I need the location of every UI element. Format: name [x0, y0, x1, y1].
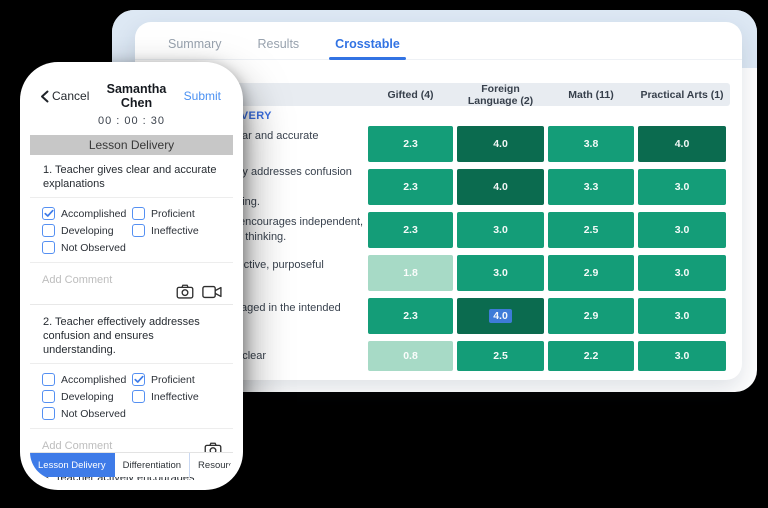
- option-label: Not Observed: [61, 242, 126, 254]
- phone-screen: Cancel Samantha Chen Submit 00 : 00 : 30…: [30, 72, 233, 480]
- cancel-button[interactable]: Cancel: [40, 89, 89, 103]
- observation-timer: 00 : 00 : 30: [30, 115, 233, 127]
- question-1-text: 1. Teacher gives clear and accurate expl…: [30, 155, 233, 197]
- checkbox-icon[interactable]: [132, 224, 145, 237]
- option-developing[interactable]: Developing: [42, 390, 132, 403]
- score-cell[interactable]: 4.0: [457, 169, 544, 205]
- column-header-foreign-language-2: Foreign Language (2): [457, 83, 544, 107]
- score-cell[interactable]: 2.9: [548, 255, 634, 291]
- option-label: Developing: [61, 225, 114, 237]
- score-cell[interactable]: 3.0: [638, 169, 726, 205]
- checkbox-checked-icon[interactable]: [132, 373, 145, 386]
- option-label: Proficient: [151, 374, 195, 386]
- score-cell[interactable]: 4.0: [457, 298, 544, 334]
- camera-icon[interactable]: [176, 284, 194, 299]
- tab-results[interactable]: Results: [257, 37, 299, 53]
- comment-placeholder: Add Comment: [42, 440, 112, 452]
- chevron-left-icon: [40, 90, 49, 103]
- cancel-label: Cancel: [52, 89, 89, 103]
- question-2-options: Accomplished Proficient Developing Ineffect…: [30, 363, 233, 429]
- option-proficient[interactable]: Proficient: [132, 207, 195, 220]
- checkbox-icon[interactable]: [132, 207, 145, 220]
- option-label: Accomplished: [61, 208, 126, 220]
- score-cell[interactable]: 2.9: [548, 298, 634, 334]
- checkbox-icon[interactable]: [42, 390, 55, 403]
- selected-score-value: 4.0: [489, 309, 512, 323]
- checkbox-icon[interactable]: [42, 241, 55, 254]
- comment-placeholder: Add Comment: [42, 274, 112, 286]
- option-ineffective[interactable]: Ineffective: [132, 224, 199, 237]
- checkbox-icon[interactable]: [132, 390, 145, 403]
- score-cell[interactable]: 2.5: [548, 212, 634, 248]
- option-label: Accomplished: [61, 374, 126, 386]
- section-tab-lesson-delivery[interactable]: Lesson Delivery: [30, 453, 115, 477]
- score-cell[interactable]: 2.3: [368, 126, 453, 162]
- checkbox-icon[interactable]: [42, 407, 55, 420]
- score-cell[interactable]: 1.8: [368, 255, 453, 291]
- tab-crosstable[interactable]: Crosstable: [335, 37, 400, 53]
- option-label: Not Observed: [61, 408, 126, 420]
- score-cell[interactable]: 3.8: [548, 126, 634, 162]
- score-cell[interactable]: 3.0: [457, 212, 544, 248]
- observee-name: Samantha Chen: [89, 82, 183, 110]
- question-1-comment-field[interactable]: Add Comment: [30, 263, 233, 305]
- column-header-math-11: Math (11): [548, 89, 634, 101]
- score-cell[interactable]: 4.0: [638, 126, 726, 162]
- phone-header: Cancel Samantha Chen Submit: [30, 72, 233, 110]
- option-label: Ineffective: [151, 391, 199, 403]
- submit-button[interactable]: Submit: [184, 89, 221, 103]
- score-cell[interactable]: 3.3: [548, 169, 634, 205]
- score-cell[interactable]: 2.5: [457, 341, 544, 371]
- score-cell[interactable]: 3.0: [457, 255, 544, 291]
- score-cell[interactable]: 4.0: [457, 126, 544, 162]
- score-cell[interactable]: 3.0: [638, 341, 726, 371]
- question-1-attachment-icons: [176, 284, 222, 299]
- section-tab-differentiation[interactable]: Differentiation: [115, 453, 190, 477]
- option-not-observed[interactable]: Not Observed: [42, 241, 132, 254]
- option-label: Developing: [61, 391, 114, 403]
- option-developing[interactable]: Developing: [42, 224, 132, 237]
- option-label: Proficient: [151, 208, 195, 220]
- option-accomplished[interactable]: Accomplished: [42, 373, 132, 386]
- score-cell[interactable]: 0.8: [368, 341, 453, 371]
- score-cell[interactable]: 3.0: [638, 255, 726, 291]
- stage: Summary Results Crosstable Gifted (4) Forei…: [0, 0, 768, 508]
- column-header-gifted-4: Gifted (4): [368, 89, 453, 101]
- score-cell[interactable]: 2.3: [368, 212, 453, 248]
- score-cell[interactable]: 3.0: [638, 212, 726, 248]
- phone-section-tab-bar: Lesson DeliveryDifferentiationResourcesC…: [30, 452, 233, 477]
- option-ineffective[interactable]: Ineffective: [132, 390, 199, 403]
- score-cell[interactable]: 2.3: [368, 169, 453, 205]
- score-cell[interactable]: 3.0: [638, 298, 726, 334]
- score-cell[interactable]: 2.3: [368, 298, 453, 334]
- question-1-options: Accomplished Proficient Developing Ineffect…: [30, 197, 233, 263]
- score-cell[interactable]: 2.2: [548, 341, 634, 371]
- column-header-practical-arts-1: Practical Arts (1): [638, 89, 726, 101]
- tab-summary[interactable]: Summary: [168, 37, 221, 53]
- section-tab-resources[interactable]: Resources: [190, 453, 233, 477]
- section-title-bar: Lesson Delivery: [30, 135, 233, 155]
- phone-device: Cancel Samantha Chen Submit 00 : 00 : 30…: [20, 62, 243, 490]
- video-camera-icon[interactable]: [202, 285, 222, 299]
- option-accomplished[interactable]: Accomplished: [42, 207, 132, 220]
- checkbox-icon[interactable]: [42, 224, 55, 237]
- option-proficient[interactable]: Proficient: [132, 373, 195, 386]
- checkbox-checked-icon[interactable]: [42, 207, 55, 220]
- question-2-text: 2. Teacher effectively addresses confusi…: [30, 305, 233, 363]
- option-label: Ineffective: [151, 225, 199, 237]
- checkbox-icon[interactable]: [42, 373, 55, 386]
- option-not-observed[interactable]: Not Observed: [42, 407, 132, 420]
- desktop-tab-bar: Summary Results Crosstable: [135, 22, 742, 60]
